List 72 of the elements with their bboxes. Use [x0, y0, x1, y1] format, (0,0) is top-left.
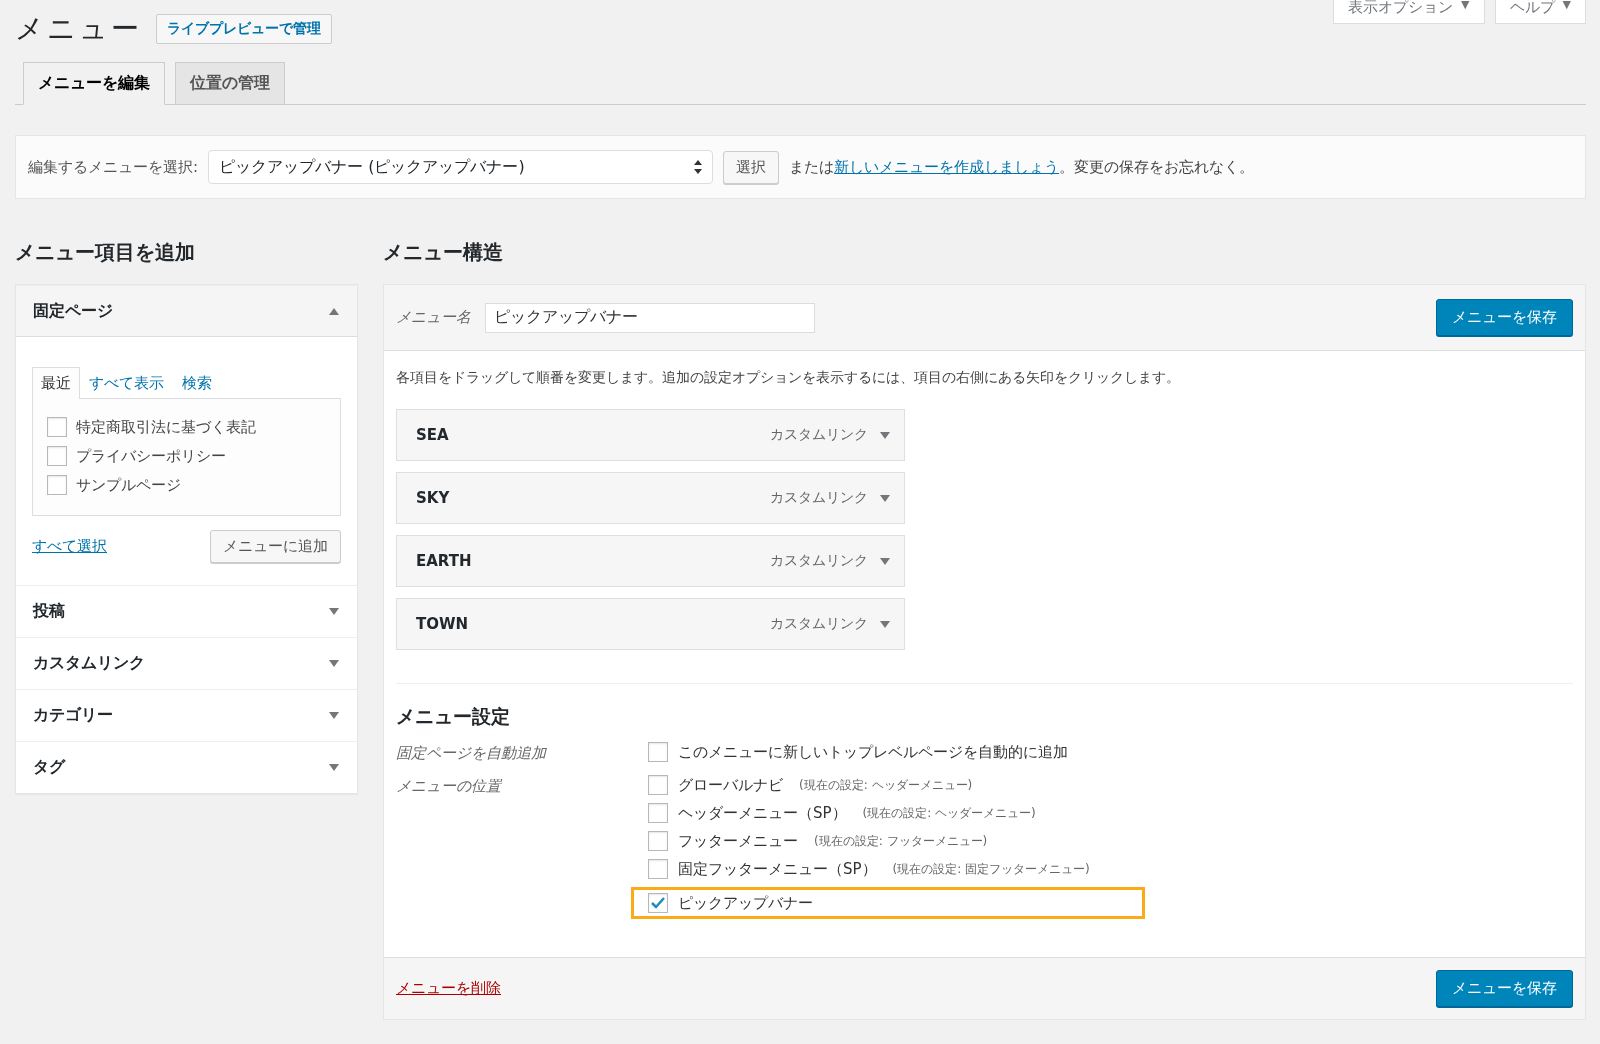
- delete-menu-link[interactable]: メニューを削除: [396, 979, 501, 998]
- checkbox[interactable]: [648, 893, 668, 913]
- menu-item[interactable]: SEA カスタムリンク: [396, 409, 905, 461]
- save-button[interactable]: メニューを保存: [1436, 970, 1573, 1007]
- field-label: メニュー名: [396, 308, 471, 327]
- caret-icon[interactable]: [880, 494, 890, 502]
- tab[interactable]: すべて表示: [80, 367, 173, 399]
- caret-icon[interactable]: [880, 431, 890, 439]
- checkbox[interactable]: [648, 831, 668, 851]
- setting-label: メニューの位置: [396, 777, 501, 795]
- checkbox-label: 固定フッターメニュー（SP）: [678, 859, 877, 879]
- location-note: (現在の設定: 固定フッターメニュー): [892, 860, 1090, 878]
- add-to-menu-button[interactable]: メニューに追加: [210, 530, 341, 563]
- item-type: カスタムリンク: [770, 426, 868, 444]
- create-menu-link[interactable]: 新しいメニューを作成しましょう: [834, 157, 1060, 176]
- tab[interactable]: 位置の管理: [175, 62, 285, 105]
- menu-name-field[interactable]: ピックアップバナー: [485, 302, 815, 333]
- location-note: (現在の設定: フッターメニュー): [814, 832, 988, 850]
- save-button[interactable]: メニューを保存: [1436, 299, 1573, 336]
- caret-icon: [329, 608, 339, 615]
- caret-icon[interactable]: [880, 620, 890, 628]
- dropdown-button[interactable]: ヘルプ ▼: [1494, 0, 1586, 24]
- sort-arrows-icon: [694, 160, 703, 174]
- item-type: カスタムリンク: [770, 552, 868, 570]
- checkbox[interactable]: [648, 859, 668, 879]
- checkbox[interactable]: [648, 775, 668, 795]
- live-preview-button[interactable]: ライブプレビューで管理: [156, 14, 332, 44]
- checkbox-label: サンプルページ: [76, 475, 181, 495]
- select-all-link[interactable]: すべて選択: [32, 537, 107, 556]
- tab[interactable]: 検索: [173, 367, 221, 399]
- settings-heading: メニュー設定: [396, 704, 511, 729]
- menu-item[interactable]: SKY カスタムリンク: [396, 472, 905, 524]
- checkbox[interactable]: [648, 742, 668, 762]
- menu-item[interactable]: EARTH カスタムリンク: [396, 535, 905, 587]
- section-heading: メニュー構造: [383, 239, 504, 266]
- section-heading: メニュー項目を追加: [15, 239, 196, 266]
- tab[interactable]: 最近: [32, 367, 80, 399]
- tab[interactable]: メニューを編集: [23, 62, 165, 105]
- accordion-header[interactable]: タグ: [16, 741, 357, 793]
- accordion-header[interactable]: 投稿: [16, 585, 357, 637]
- page-title: メニュー: [15, 11, 142, 47]
- checkbox-label: フッターメニュー: [678, 831, 798, 851]
- caret-icon: [329, 660, 339, 667]
- accordion-header[interactable]: カテゴリー: [16, 689, 357, 741]
- caret-icon: [329, 307, 339, 315]
- accordion-header[interactable]: 固定ページ: [16, 285, 357, 337]
- checkbox-label: グローバルナビ: [678, 775, 783, 795]
- checkbox-label: 特定商取引法に基づく表記: [76, 417, 256, 437]
- select-label: 編集するメニューを選択:: [28, 157, 199, 177]
- dropdown-button[interactable]: 表示オプション ▼: [1333, 0, 1485, 24]
- checkbox[interactable]: [47, 446, 67, 466]
- checkbox[interactable]: [47, 417, 67, 437]
- location-note: (現在の設定: ヘッダーメニュー): [799, 776, 973, 794]
- checkbox[interactable]: [648, 803, 668, 823]
- setting-label: 固定ページを自動追加: [396, 744, 546, 762]
- instructions: 各項目をドラッグして順番を変更します。追加の設定オプションを表示するには、項目の右側にある矢印をクリックします。: [396, 369, 1181, 387]
- item-type: カスタムリンク: [770, 615, 868, 633]
- item-type: カスタムリンク: [770, 489, 868, 507]
- caret-icon[interactable]: [880, 557, 890, 565]
- checkbox-label: ヘッダーメニュー（SP）: [678, 803, 847, 823]
- caret-icon: [329, 764, 339, 771]
- menu-dropdown[interactable]: ピックアップバナー (ピックアップバナー): [208, 150, 714, 184]
- caret-icon: [329, 712, 339, 719]
- select-button[interactable]: 選択: [723, 150, 780, 184]
- location-note: (現在の設定: ヘッダーメニュー): [862, 804, 1036, 822]
- checkbox-label: プライバシーポリシー: [76, 446, 226, 466]
- checkbox[interactable]: [47, 475, 67, 495]
- create-menu-note: または新しいメニューを作成しましょう。変更の保存をお忘れなく。: [789, 157, 1255, 177]
- accordion-header[interactable]: カスタムリンク: [16, 637, 357, 689]
- checkbox-label: このメニューに新しいトップレベルページを自動的に追加: [678, 742, 1068, 762]
- checkbox-label: ピックアップバナー: [678, 893, 813, 913]
- menu-item[interactable]: TOWN カスタムリンク: [396, 598, 905, 650]
